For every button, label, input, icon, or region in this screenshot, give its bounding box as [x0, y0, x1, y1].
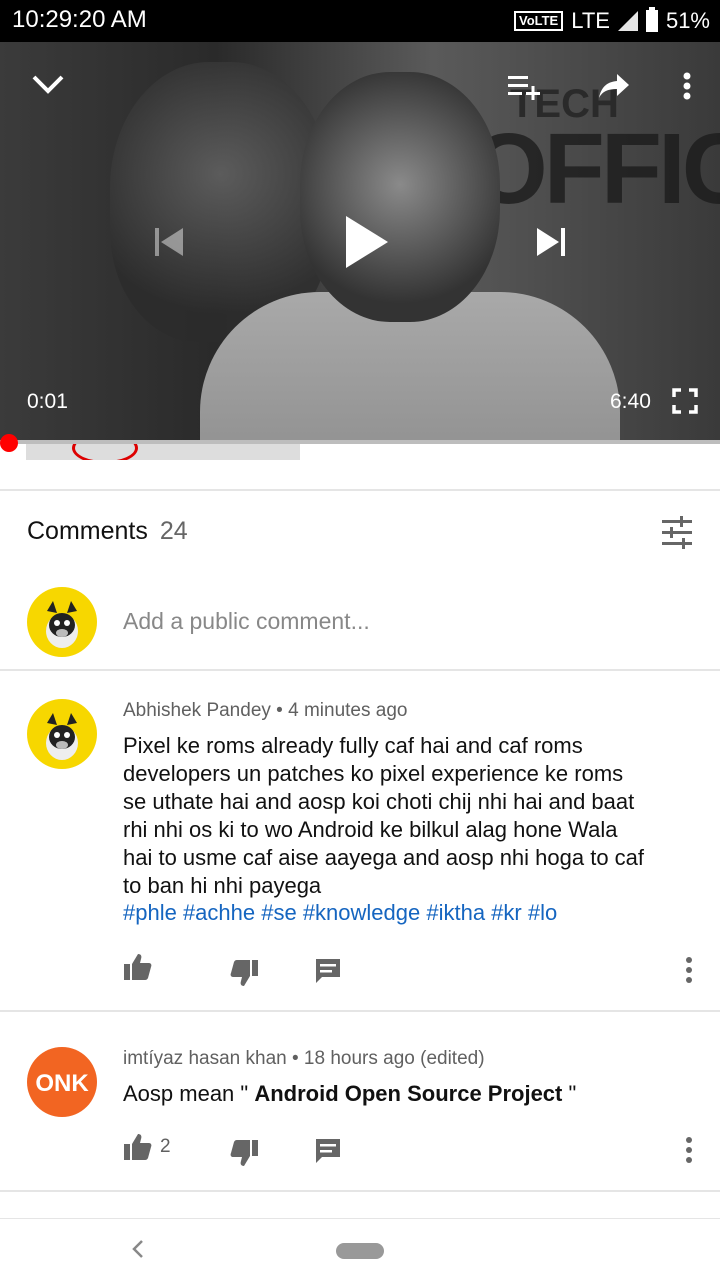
comment-text: Aosp mean " Android Open Source Project … — [123, 1080, 703, 1108]
avatar — [27, 587, 97, 657]
comment-line: Pixel ke roms already fully caf hai and … — [123, 733, 583, 758]
status-icons: VoLTE LTE 51% — [513, 6, 710, 36]
divider — [0, 669, 720, 671]
comment-line: se uthate hai and aosp koi choti chij nh… — [123, 789, 635, 814]
meta-separator: • — [276, 700, 283, 721]
description-thumbnail-peek — [26, 444, 300, 460]
avatar-initials: ONK — [35, 1070, 89, 1097]
comments-header: Comments 24 — [27, 517, 188, 546]
like-icon[interactable] — [122, 952, 154, 984]
video-player[interactable]: TECH OFFICE 0:01 6:40 — [0, 42, 720, 444]
reply-icon[interactable] — [314, 957, 346, 989]
comment-meta: imtíyaz hasan khan • 18 hours ago (edite… — [123, 1048, 485, 1070]
sort-comments-icon[interactable] — [660, 515, 694, 549]
comment-line: hai to usme caf aise aayega and aosp nhi… — [123, 845, 645, 870]
battery-percent: 51% — [665, 8, 710, 33]
comment-line: rhi nhi os ki to wo Android ke bilkul al… — [123, 817, 618, 842]
divider — [0, 1190, 720, 1192]
home-pill-icon[interactable] — [336, 1243, 384, 1259]
avatar[interactable]: ONK — [27, 1047, 97, 1117]
avatar[interactable] — [27, 699, 97, 769]
comment-author[interactable]: imtíyaz hasan khan — [123, 1048, 287, 1069]
divider — [0, 1010, 720, 1012]
battery-icon — [645, 7, 658, 32]
dislike-icon[interactable] — [230, 1138, 262, 1170]
comment-meta: Abhishek Pandey • 4 minutes ago — [123, 700, 407, 722]
fullscreen-icon[interactable] — [670, 386, 700, 416]
comment-text-suffix: " — [562, 1081, 577, 1106]
share-icon[interactable] — [594, 68, 634, 104]
signal-icon — [617, 11, 638, 31]
comments-count: 24 — [159, 517, 188, 545]
divider — [0, 489, 720, 491]
add-to-queue-icon[interactable] — [504, 68, 544, 104]
comment-time: 4 minutes ago — [288, 700, 408, 721]
comment-text: Pixel ke roms already fully caf hai and … — [123, 732, 703, 900]
comment-text-bold: Android Open Source Project — [254, 1081, 563, 1106]
status-time: 10:29:20 AM — [12, 6, 147, 33]
reply-icon[interactable] — [314, 1137, 346, 1169]
comment-hashtags[interactable]: #phle #achhe #se #knowledge #iktha #kr #… — [123, 900, 557, 926]
meta-separator: • — [291, 1048, 299, 1069]
more-vert-icon[interactable] — [676, 68, 698, 104]
video-current-time: 0:01 — [27, 390, 68, 413]
add-comment-input[interactable]: Add a public comment... — [123, 608, 370, 635]
comment-author[interactable]: Abhishek Pandey — [123, 700, 271, 721]
comment-time: 18 hours ago (edited) — [303, 1048, 485, 1069]
next-icon[interactable] — [532, 222, 572, 262]
chevron-down-icon[interactable] — [28, 64, 68, 104]
comment-line: to ban hi nhi payega — [123, 873, 322, 898]
comment-more-icon[interactable] — [685, 957, 693, 983]
previous-icon[interactable] — [148, 222, 188, 262]
like-count: 2 — [160, 1136, 171, 1157]
comments-title: Comments — [27, 517, 148, 545]
progress-scrubber[interactable] — [0, 434, 18, 452]
comment-text-prefix: Aosp mean " — [123, 1081, 255, 1106]
dislike-icon[interactable] — [230, 958, 262, 990]
volte-badge: VoLTE — [513, 11, 564, 31]
video-frame-person-face — [300, 72, 500, 322]
comment-line: developers un patches ko pixel experienc… — [123, 761, 624, 786]
back-icon[interactable] — [128, 1237, 148, 1266]
play-icon[interactable] — [336, 212, 396, 272]
status-bar: 10:29:20 AM VoLTE LTE 51% — [0, 0, 720, 42]
comment-more-icon[interactable] — [685, 1137, 693, 1163]
video-frame-text: OFFICE — [470, 113, 720, 225]
video-duration: 6:40 — [610, 390, 651, 413]
network-label: LTE — [571, 8, 610, 33]
system-nav-bar — [0, 1218, 720, 1281]
like-icon[interactable] — [122, 1132, 154, 1164]
